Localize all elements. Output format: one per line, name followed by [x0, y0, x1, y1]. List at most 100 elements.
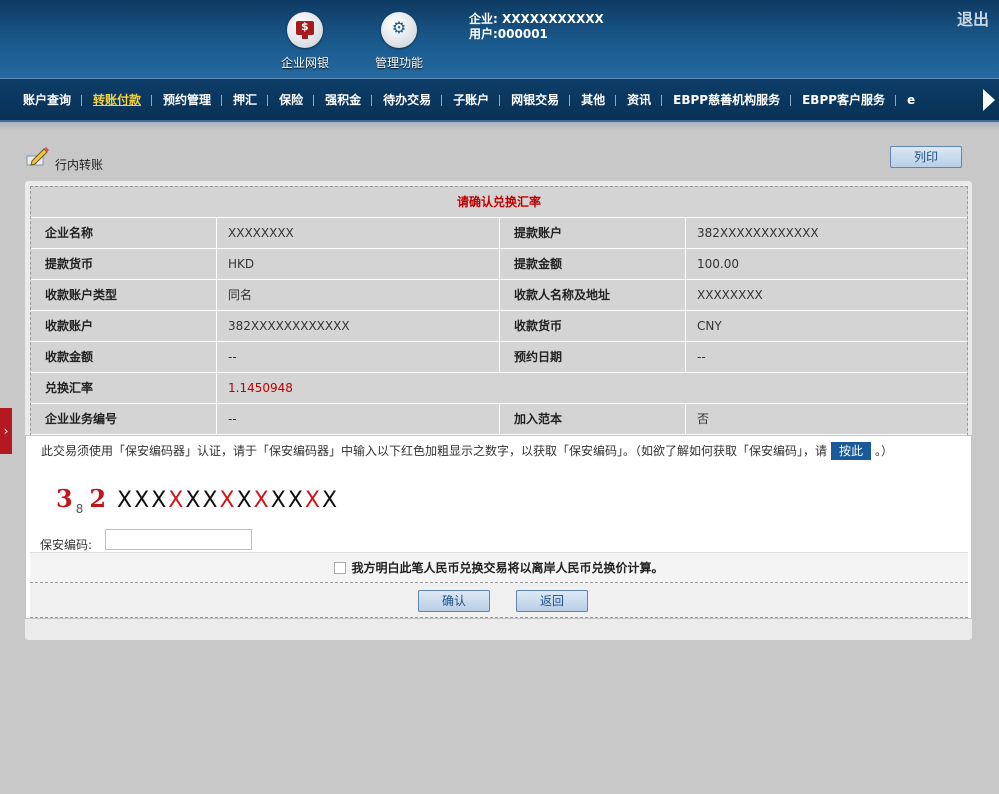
nav-item[interactable]: EBPP慈善机构服务 [662, 79, 792, 121]
nav-item[interactable]: 账户查询 [12, 79, 83, 121]
instructions-text: 此交易须使用「保安编码器」认证，请于「保安编码器」中输入以下红色加粗显示之数字，… [41, 444, 828, 458]
code-char: X [151, 488, 169, 513]
table-row: 提款货币 HKD 提款金额 100.00 [31, 249, 967, 280]
print-button[interactable]: 列印 [890, 146, 962, 168]
logout-link[interactable]: 退出 [957, 6, 989, 30]
field-value: 1.1450948 [228, 381, 293, 395]
nav-item[interactable]: 强积金 [314, 79, 373, 121]
field-value: -- [697, 350, 706, 364]
code-char-highlighted: X [219, 488, 237, 513]
code-char: X [185, 488, 203, 513]
code-char: X [236, 488, 254, 513]
corporate-banking-label: 企业网银 [280, 56, 329, 70]
nav-list: 账户查询 转账付款 预约管理 押汇 保险 强积金 待办交易 子账户 网银交易 其他 资讯 EBPP慈善… [12, 79, 926, 121]
agreement-text: 我方明白此笔人民币兑换交易将以离岸人民币兑换价计算。 [351, 561, 664, 575]
field-value: XXXXXXXX [697, 288, 763, 302]
click-here-button[interactable]: 按此 [831, 442, 872, 460]
management-label: 管理功能 [374, 56, 423, 70]
code-char-highlighted: X [253, 488, 271, 513]
code-char: X [270, 488, 288, 513]
code-prefix-digit: 3 [56, 484, 75, 513]
user-info: 企业: XXXXXXXXXXX 用户:000001 [469, 12, 604, 42]
field-label: 收款人名称及地址 [500, 280, 686, 310]
field-value: CNY [697, 319, 722, 333]
field-label: 提款金额 [500, 249, 686, 279]
security-instructions: 此交易须使用「保安编码器」认证，请于「保安编码器」中输入以下红色加粗显示之数字，… [41, 442, 893, 460]
nav-scroll-right-icon[interactable] [983, 89, 995, 111]
field-label: 收款货币 [500, 311, 686, 341]
table-row: 收款账户 382XXXXXXXXXXXX 收款货币 CNY [31, 311, 967, 342]
corporate-banking-button[interactable]: $ 企业网银 [270, 12, 340, 71]
nav-item[interactable]: 子账户 [442, 79, 501, 121]
user-line: 用户:000001 [469, 27, 548, 41]
confirm-rate-heading: 请确认兑换汇率 [31, 187, 967, 218]
edit-pencil-icon [26, 147, 49, 166]
action-row: 确认 返回 [30, 583, 968, 618]
nav-item[interactable]: 待办交易 [372, 79, 443, 121]
code-char-highlighted: X [304, 488, 322, 513]
security-verification-box: 此交易须使用「保安编码器」认证，请于「保安编码器」中输入以下红色加粗显示之数字，… [25, 435, 972, 619]
field-value: 382XXXXXXXXXXXX [697, 226, 819, 240]
confirm-rows: 企业名称 XXXXXXXX 提款账户 382XXXXXXXXXXXX 提款货币 HKD 提款… [31, 218, 967, 435]
instructions-end: 。） [875, 444, 894, 458]
confirm-button[interactable]: 确认 [418, 590, 490, 612]
table-row: 兑换汇率 1.1450948 [31, 373, 967, 404]
challenge-code: 38 2 XXXXXXXXXXXXX [56, 484, 339, 516]
field-value: -- [217, 404, 500, 434]
monitor-icon: $ [287, 12, 323, 48]
nav-item[interactable]: 预约管理 [152, 79, 223, 121]
field-label: 加入范本 [500, 404, 686, 434]
field-label: 企业业务编号 [31, 404, 217, 434]
main-nav: 账户查询 转账付款 预约管理 押汇 保险 强积金 待办交易 子账户 网银交易 其他 资讯 EBPP慈善… [0, 78, 999, 122]
field-label: 收款账户 [31, 311, 217, 341]
field-value: 382XXXXXXXXXXXX [217, 311, 500, 341]
field-label: 兑换汇率 [31, 373, 217, 403]
table-row: 收款账户类型 同名 收款人名称及地址 XXXXXXXX [31, 280, 967, 311]
back-button[interactable]: 返回 [516, 590, 588, 612]
nav-item[interactable]: EBPP客户服务 [791, 79, 896, 121]
nav-item[interactable]: 保险 [268, 79, 315, 121]
table-row: 收款金额 -- 预约日期 -- [31, 342, 967, 373]
page-title: 行内转账 [55, 158, 104, 172]
nav-item[interactable]: e [896, 79, 926, 121]
top-header: $ 企业网银 ⚙ 管理功能 企业: XXXXXXXXXXX 用户:000001 … [0, 0, 999, 78]
code-char: X [134, 488, 152, 513]
code-char: X [287, 488, 305, 513]
table-row: 企业业务编号 -- 加入范本否 [31, 404, 967, 435]
field-label: 企业名称 [31, 218, 217, 248]
confirm-table: 请确认兑换汇率 企业名称 XXXXXXXX 提款账户 382XXXXXXXXXXXX 提… [30, 186, 968, 436]
side-expand-tab[interactable]: › [0, 408, 12, 454]
agreement-row: 我方明白此笔人民币兑换交易将以离岸人民币兑换价计算。 [30, 552, 968, 583]
code-char: X [202, 488, 220, 513]
nav-item[interactable]: 网银交易 [500, 79, 571, 121]
nav-item[interactable]: 转账付款 [82, 79, 153, 121]
field-value: 100.00 [697, 257, 739, 271]
field-label: 预约日期 [500, 342, 686, 372]
field-label: 收款账户类型 [31, 280, 217, 310]
code-char-highlighted: X [168, 488, 186, 513]
field-value: XXXXXXXX [217, 218, 500, 248]
company-line: 企业: XXXXXXXXXXX [469, 12, 604, 26]
field-label: 提款账户 [500, 218, 686, 248]
field-label: 收款金额 [31, 342, 217, 372]
field-value: HKD [217, 249, 500, 279]
field-value: 同名 [217, 280, 500, 310]
nav-item[interactable]: 其他 [570, 79, 617, 121]
code-char: X [321, 488, 340, 513]
code-char: X [117, 488, 135, 513]
security-code-label: 保安编码: [40, 538, 93, 552]
gears-icon: ⚙ [381, 12, 417, 48]
table-row: 企业名称 XXXXXXXX 提款账户 382XXXXXXXXXXXX [31, 218, 967, 249]
field-label: 提款货币 [31, 249, 217, 279]
code-prefix-digit: 2 [89, 484, 109, 513]
management-button[interactable]: ⚙ 管理功能 [364, 12, 434, 71]
code-prefix-subscript: 8 [75, 502, 86, 516]
field-value: -- [217, 342, 500, 372]
security-code-input[interactable] [105, 529, 252, 550]
nav-shadow [0, 122, 999, 130]
agreement-checkbox[interactable] [334, 562, 347, 574]
code-characters: XXXXXXXXXXXXX [117, 488, 339, 513]
nav-item[interactable]: 资讯 [616, 79, 663, 121]
nav-item[interactable]: 押汇 [222, 79, 269, 121]
field-value: 否 [697, 412, 710, 426]
